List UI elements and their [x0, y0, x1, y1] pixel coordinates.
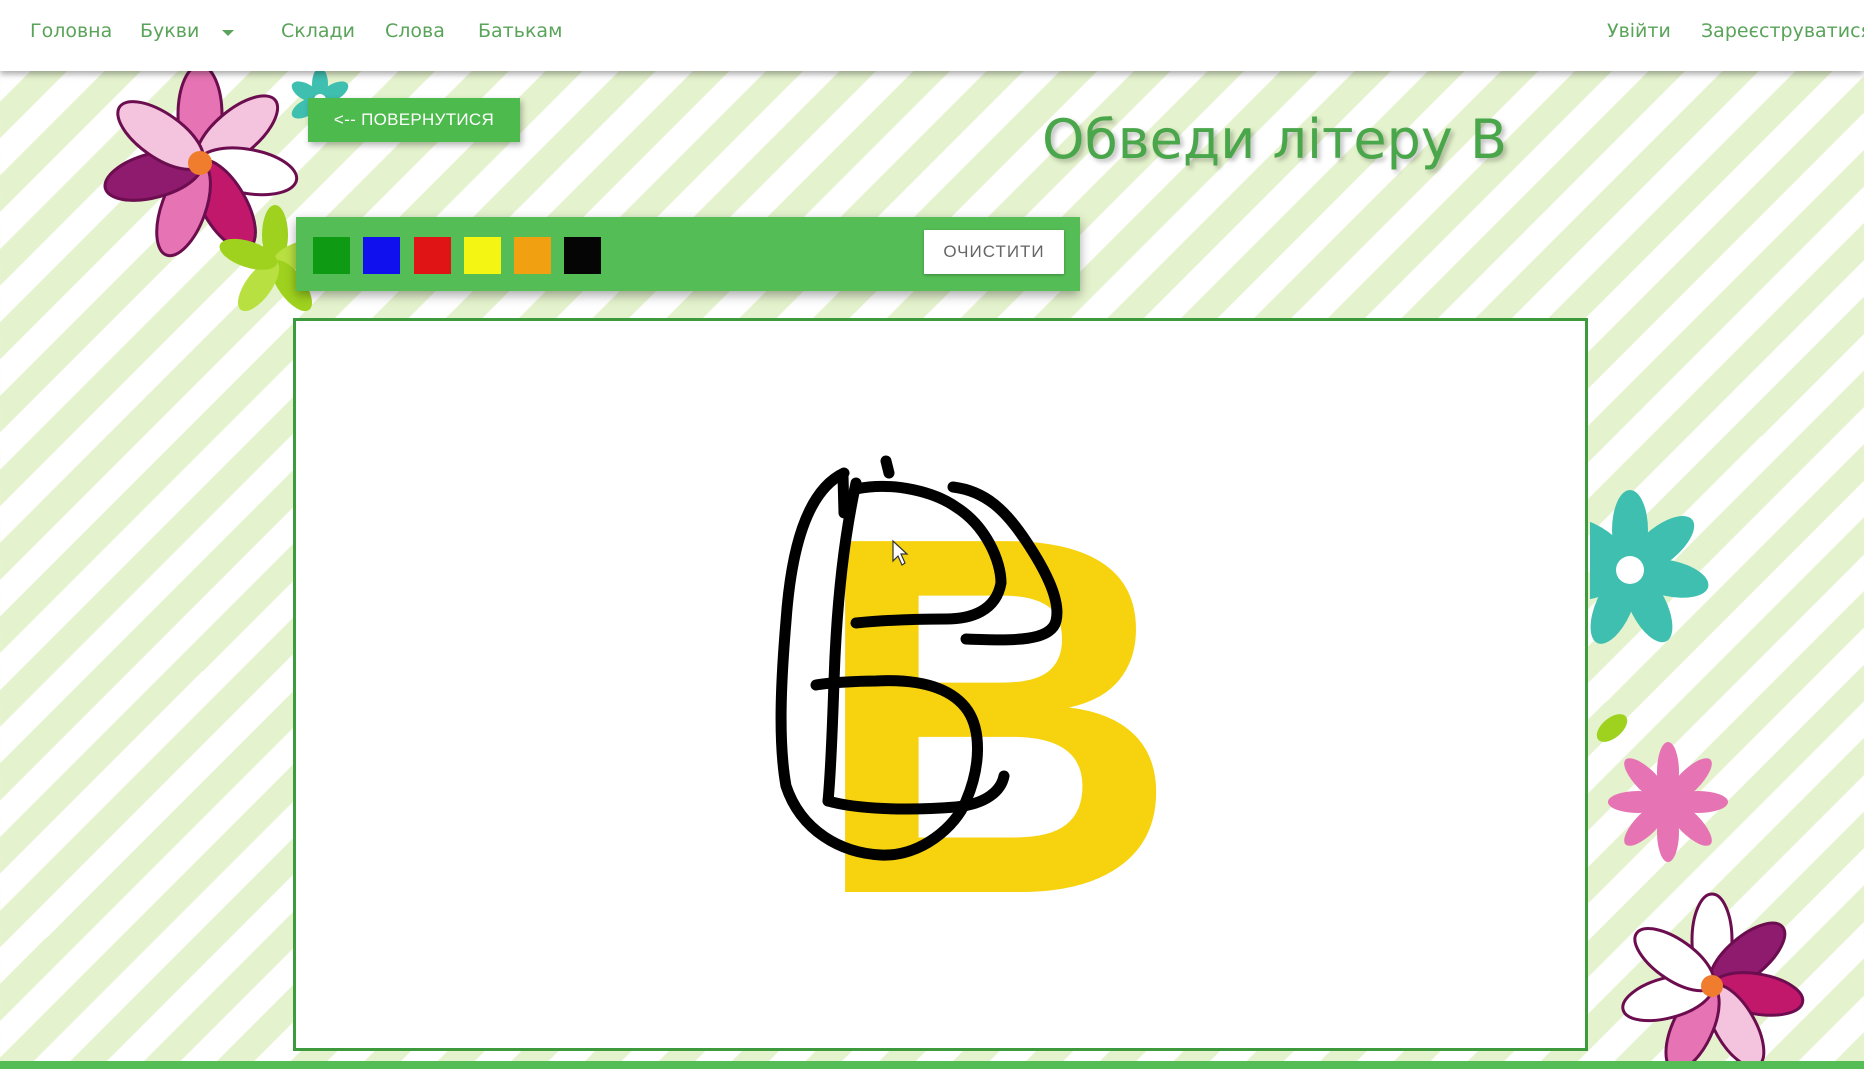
drawing-toolbar: ОЧИСТИТИ [296, 217, 1080, 291]
clear-button[interactable]: ОЧИСТИТИ [924, 230, 1064, 274]
top-navbar: Головна Букви Склади Слова Батькам Увійт… [0, 0, 1864, 71]
nav-letters-link[interactable]: Букви [140, 20, 199, 42]
color-swatch-blue[interactable] [363, 237, 400, 274]
bottom-bar [0, 1061, 1864, 1069]
color-swatch-orange[interactable] [514, 237, 551, 274]
login-link[interactable]: Увійти [1607, 20, 1671, 42]
drawing-canvas[interactable]: B [293, 318, 1588, 1051]
color-swatch-red[interactable] [414, 237, 451, 274]
back-button[interactable]: <-- ПОВЕРНУТИСЯ [308, 98, 520, 142]
color-swatch-green[interactable] [313, 237, 350, 274]
page-title: Обведи літеру В [1042, 108, 1508, 171]
nav-syllables-link[interactable]: Склади [281, 20, 355, 42]
flower-decoration-right [1590, 490, 1805, 1061]
nav-words-link[interactable]: Слова [385, 20, 445, 42]
nav-home-link[interactable]: Головна [30, 20, 112, 42]
color-swatch-yellow[interactable] [464, 237, 501, 274]
chevron-down-icon[interactable] [222, 30, 234, 36]
color-swatch-black[interactable] [564, 237, 601, 274]
register-link[interactable]: Зареєструватися [1701, 20, 1864, 42]
tracing-letter: B [811, 431, 1179, 1001]
nav-parents-link[interactable]: Батькам [478, 20, 562, 42]
